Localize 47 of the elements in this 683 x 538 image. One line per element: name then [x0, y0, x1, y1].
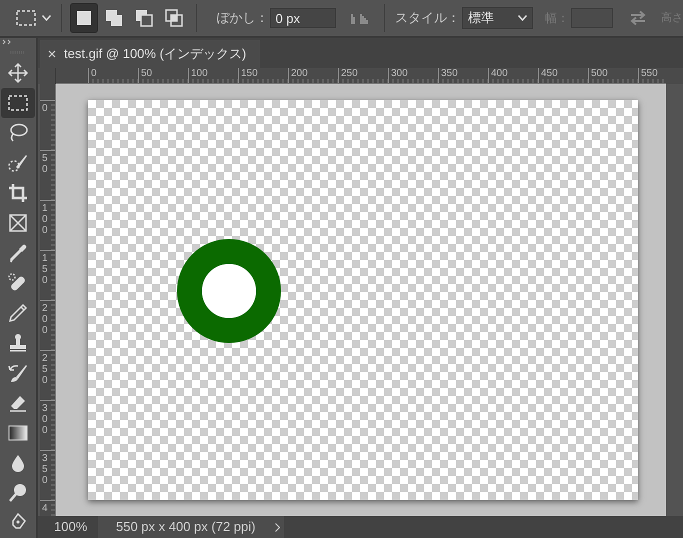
add-selection-icon — [104, 8, 124, 28]
brush-selection-icon — [7, 152, 29, 174]
caret-icon[interactable] — [42, 15, 51, 21]
document-tab[interactable]: test.gif @ 100% (インデックス) — [40, 40, 260, 68]
subtract-selection-icon — [134, 8, 154, 28]
ruler-label: 450 — [541, 68, 558, 80]
ruler-label: 250 — [341, 68, 358, 80]
ruler-label: 50 — [42, 153, 48, 175]
ruler-label: 100 — [42, 203, 48, 236]
ruler-label: 500 — [591, 68, 608, 80]
ruler-label: 4 — [42, 503, 48, 514]
ruler-label: 0 — [91, 68, 97, 80]
ruler-label: 0 — [42, 103, 48, 114]
ruler-label: 150 — [42, 253, 48, 286]
caret-icon — [518, 15, 527, 21]
ruler-label: 300 — [391, 68, 408, 80]
marquee-tool-icon[interactable] — [16, 10, 36, 26]
ruler-label: 350 — [42, 453, 48, 486]
ruler-label: 550 — [641, 68, 658, 80]
ruler-label: 350 — [441, 68, 458, 80]
move-icon — [7, 62, 29, 84]
document-info: 550 px x 400 px (72 ppi) — [116, 518, 256, 536]
feather-label: ぼかし： — [216, 9, 268, 28]
intersect-selection-icon — [164, 8, 184, 28]
frame-icon — [7, 212, 29, 234]
ruler-label: 100 — [191, 68, 208, 80]
feather-field[interactable]: 0 px — [270, 8, 336, 28]
new-selection-button[interactable] — [70, 3, 98, 33]
expand-panel-icon[interactable] — [2, 38, 12, 45]
close-icon[interactable] — [48, 50, 56, 58]
dodge-icon — [7, 482, 29, 504]
style-label: スタイル： — [395, 9, 460, 28]
ruler-label: 200 — [42, 303, 48, 336]
ruler-label: 200 — [291, 68, 308, 80]
ruler-label: 400 — [491, 68, 508, 80]
ruler-label: 50 — [141, 68, 152, 80]
history-brush-icon — [7, 362, 29, 384]
ruler-label: 150 — [241, 68, 258, 80]
zoom-level[interactable]: 100% — [38, 517, 98, 537]
pencil-icon — [7, 302, 29, 324]
marquee-tool-button[interactable] — [1, 88, 35, 118]
style-dropdown[interactable]: 標準 — [462, 7, 533, 29]
stamp-icon — [7, 332, 29, 354]
ruler-label: 300 — [42, 403, 48, 436]
crop-icon — [7, 182, 29, 204]
chevron-right-icon[interactable] — [275, 522, 280, 532]
ruler-label: 250 — [42, 353, 48, 386]
